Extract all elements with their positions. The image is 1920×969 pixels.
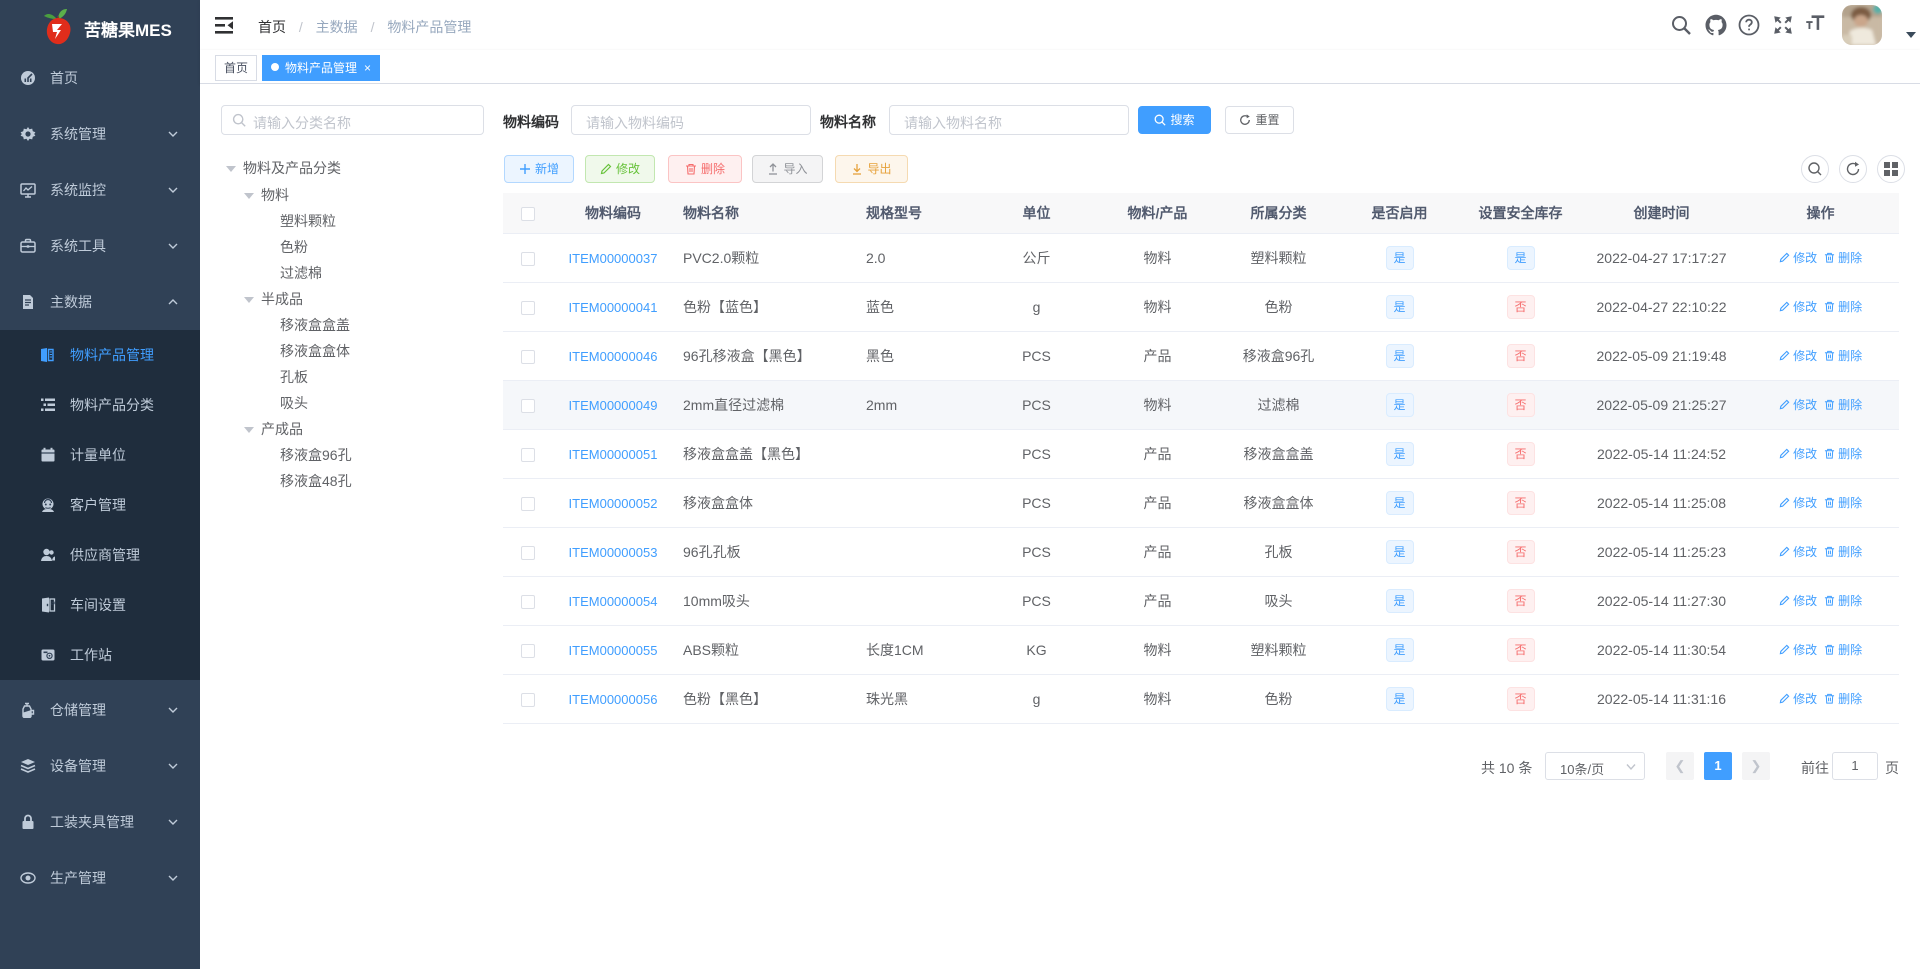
- svg-text:24: 24: [51, 601, 56, 606]
